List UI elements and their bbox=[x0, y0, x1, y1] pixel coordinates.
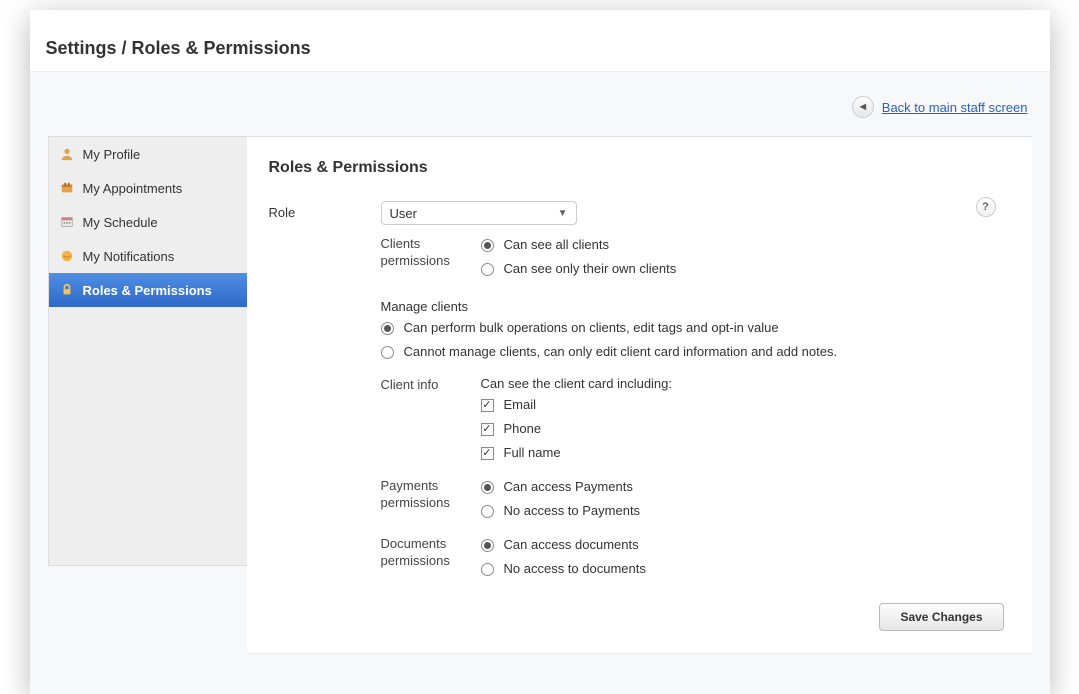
sidebar-item-my-schedule[interactable]: My Schedule bbox=[49, 205, 247, 239]
manage-clients-option-bulk[interactable]: Can perform bulk operations on clients, … bbox=[381, 318, 1004, 338]
help-button[interactable]: ? bbox=[976, 197, 996, 217]
radio-icon bbox=[481, 539, 494, 552]
checkbox-icon bbox=[481, 447, 494, 460]
lock-icon bbox=[59, 282, 75, 298]
checkbox-icon bbox=[481, 399, 494, 412]
clients-permissions-option-all[interactable]: Can see all clients bbox=[481, 235, 1004, 255]
radio-icon bbox=[481, 481, 494, 494]
option-label: Can see all clients bbox=[504, 235, 610, 255]
save-button[interactable]: Save Changes bbox=[879, 603, 1003, 631]
content-area: ◄ Back to main staff screen My Profile M… bbox=[30, 72, 1050, 694]
documents-option-noaccess[interactable]: No access to documents bbox=[481, 559, 1004, 579]
clients-permissions-label: Clients permissions bbox=[381, 235, 481, 270]
option-label: Can see only their own clients bbox=[504, 259, 677, 279]
backlink-row: ◄ Back to main staff screen bbox=[48, 90, 1032, 136]
option-label: Can access Payments bbox=[504, 477, 633, 497]
check-label: Full name bbox=[504, 443, 561, 463]
profile-icon bbox=[59, 146, 75, 162]
role-label: Role bbox=[269, 201, 381, 222]
sidebar-item-label: My Notifications bbox=[83, 249, 175, 264]
client-info-check-fullname[interactable]: Full name bbox=[481, 443, 1004, 463]
back-link[interactable]: Back to main staff screen bbox=[882, 100, 1028, 115]
client-info-check-email[interactable]: Email bbox=[481, 395, 1004, 415]
schedule-icon bbox=[59, 214, 75, 230]
client-info-label: Client info bbox=[381, 376, 481, 394]
radio-icon bbox=[481, 563, 494, 576]
chevron-down-icon: ▼ bbox=[558, 208, 568, 219]
role-select[interactable]: User ▼ bbox=[381, 201, 577, 225]
payments-option-noaccess[interactable]: No access to Payments bbox=[481, 501, 1004, 521]
sidebar-item-label: My Profile bbox=[83, 147, 141, 162]
sidebar-item-label: Roles & Permissions bbox=[83, 283, 212, 298]
option-label: Can perform bulk operations on clients, … bbox=[404, 318, 779, 338]
back-button[interactable]: ◄ Back to main staff screen bbox=[852, 96, 1028, 118]
check-label: Email bbox=[504, 395, 537, 415]
notifications-icon bbox=[59, 248, 75, 264]
option-label: No access to Payments bbox=[504, 501, 641, 521]
documents-option-access[interactable]: Can access documents bbox=[481, 535, 1004, 555]
client-info-intro: Can see the client card including: bbox=[481, 376, 1004, 391]
sidebar: My Profile My Appointments My Schedule bbox=[48, 136, 248, 566]
arrow-left-icon: ◄ bbox=[852, 96, 874, 118]
sidebar-item-my-appointments[interactable]: My Appointments bbox=[49, 171, 247, 205]
radio-icon bbox=[381, 346, 394, 359]
payments-permissions-label: Payments permissions bbox=[381, 477, 481, 512]
breadcrumb: Settings / Roles & Permissions bbox=[46, 38, 1034, 59]
page-header: Settings / Roles & Permissions bbox=[30, 10, 1050, 72]
payments-option-access[interactable]: Can access Payments bbox=[481, 477, 1004, 497]
radio-icon bbox=[481, 505, 494, 518]
checkbox-icon bbox=[481, 423, 494, 436]
sidebar-item-roles-permissions[interactable]: Roles & Permissions bbox=[49, 273, 247, 307]
client-info-check-phone[interactable]: Phone bbox=[481, 419, 1004, 439]
app-window: Settings / Roles & Permissions ◄ Back to… bbox=[30, 10, 1050, 694]
sidebar-item-label: My Appointments bbox=[83, 181, 183, 196]
option-label: No access to documents bbox=[504, 559, 646, 579]
appointments-icon bbox=[59, 180, 75, 196]
check-label: Phone bbox=[504, 419, 542, 439]
option-label: Cannot manage clients, can only edit cli… bbox=[404, 342, 838, 362]
option-label: Can access documents bbox=[504, 535, 639, 555]
main-panel: Roles & Permissions ? Role User ▼ bbox=[247, 136, 1032, 654]
sidebar-item-my-notifications[interactable]: My Notifications bbox=[49, 239, 247, 273]
role-select-value: User bbox=[390, 206, 417, 221]
manage-clients-option-readonly[interactable]: Cannot manage clients, can only edit cli… bbox=[381, 342, 1004, 362]
sidebar-item-label: My Schedule bbox=[83, 215, 158, 230]
radio-icon bbox=[381, 322, 394, 335]
radio-icon bbox=[481, 239, 494, 252]
sidebar-item-my-profile[interactable]: My Profile bbox=[49, 137, 247, 171]
documents-permissions-label: Documents permissions bbox=[381, 535, 481, 570]
manage-clients-label: Manage clients bbox=[381, 299, 1004, 314]
radio-icon bbox=[481, 263, 494, 276]
panel-title: Roles & Permissions bbox=[269, 159, 1004, 177]
clients-permissions-option-own[interactable]: Can see only their own clients bbox=[481, 259, 1004, 279]
